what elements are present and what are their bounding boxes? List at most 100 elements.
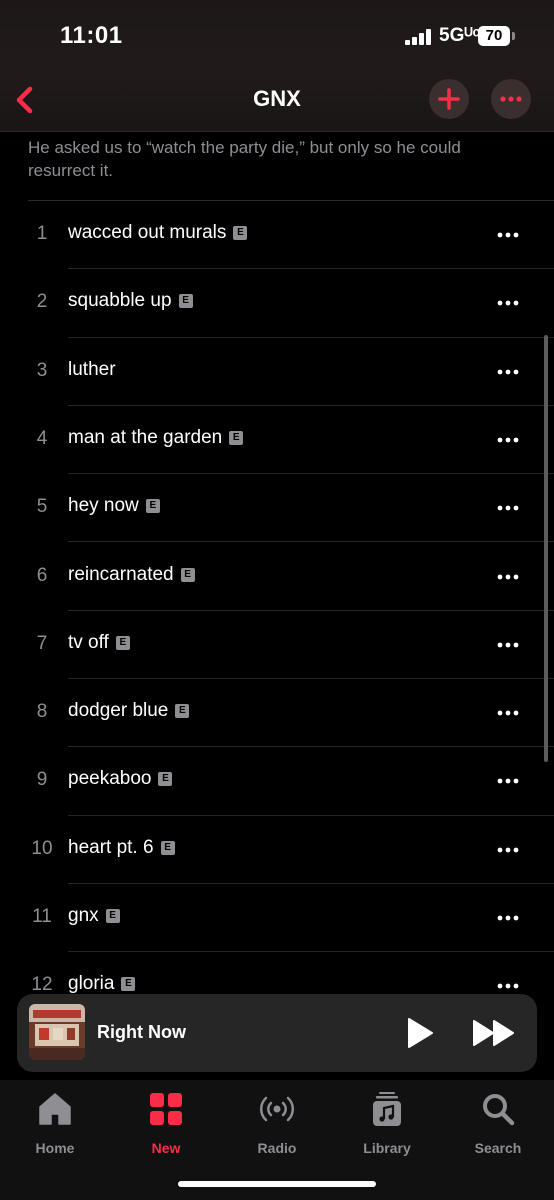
radio-icon [259, 1096, 295, 1122]
explicit-badge: E [178, 294, 193, 309]
explicit-badge: E [229, 430, 244, 445]
play-icon [408, 1018, 433, 1048]
battery-tip [512, 32, 515, 40]
library-icon [373, 1092, 401, 1126]
explicit-badge: E [160, 840, 175, 855]
track-more-button[interactable] [493, 699, 523, 727]
ellipsis-icon [497, 232, 519, 238]
track-more-button[interactable] [493, 904, 523, 932]
track-title: tv off [68, 631, 109, 653]
track-more-button[interactable] [493, 767, 523, 795]
track-title: man at the garden [68, 426, 223, 448]
track-more-button[interactable] [493, 289, 523, 317]
track-title-wrap: man at the garden E [68, 426, 244, 449]
track-title: heart pt. 6 [68, 836, 154, 858]
more-options-button[interactable] [491, 79, 531, 119]
track-number: 6 [36, 564, 48, 586]
track-title-wrap: heart pt. 6 E [68, 837, 175, 859]
track-more-button[interactable] [493, 426, 523, 454]
track-row[interactable]: 3 luther [0, 338, 554, 406]
track-row[interactable]: 12 gloria E [0, 952, 554, 996]
ellipsis-icon [497, 574, 519, 579]
track-number: 10 [31, 837, 53, 859]
track-more-button[interactable] [493, 221, 523, 249]
status-time: 11:01 [60, 22, 123, 49]
track-number: 7 [36, 632, 48, 654]
track-number: 1 [36, 223, 48, 244]
home-icon [39, 1093, 71, 1125]
tab-search[interactable]: Search [453, 1088, 543, 1158]
track-title-wrap: hey now E [68, 495, 160, 517]
ellipsis-icon [497, 437, 519, 443]
ellipsis-icon [497, 778, 519, 784]
ellipsis-icon [497, 300, 519, 306]
album-description[interactable]: He asked us to “watch the party die,” bu… [28, 136, 528, 182]
plus-icon [438, 88, 460, 110]
track-row[interactable]: 4 man at the garden E [0, 406, 554, 475]
track-number: 3 [36, 359, 48, 381]
track-title: gnx [68, 905, 99, 926]
fast-forward-icon [473, 1020, 514, 1046]
track-title: reincarnated [68, 563, 174, 585]
ellipsis-icon [497, 710, 519, 716]
battery-icon: 70 [478, 26, 510, 46]
track-more-button[interactable] [493, 972, 523, 996]
track-more-button[interactable] [493, 563, 523, 591]
scrollbar[interactable] [544, 335, 548, 762]
track-title: dodger blue [68, 700, 169, 722]
track-row[interactable]: 6 reincarnated E [0, 543, 554, 611]
track-row[interactable]: 1 wacced out murals E [0, 201, 554, 270]
track-title-wrap: tv off E [68, 632, 130, 654]
track-number: 5 [36, 496, 48, 518]
explicit-badge: E [145, 499, 160, 514]
track-list[interactable]: 1 wacced out murals E 2 squabble up E 3 luther 4… [0, 201, 554, 996]
track-row[interactable]: 5 hey now E [0, 474, 554, 543]
now-playing-title: Right Now [97, 1022, 186, 1042]
ellipsis-icon [497, 505, 519, 511]
track-row[interactable]: 10 heart pt. 6 E [0, 816, 554, 884]
track-title-wrap: wacced out murals E [68, 222, 248, 244]
track-number: 8 [36, 701, 48, 723]
explicit-badge: E [158, 772, 173, 787]
track-row[interactable]: 2 squabble up E [0, 269, 554, 338]
track-more-button[interactable] [493, 358, 523, 386]
ellipsis-icon [497, 369, 519, 374]
track-title-wrap: squabble up E [68, 290, 193, 312]
track-title-wrap: peekaboo E [68, 768, 173, 790]
fast-forward-button[interactable] [471, 1018, 517, 1048]
track-more-button[interactable] [493, 836, 523, 864]
track-title: hey now [68, 495, 139, 517]
tab-home[interactable]: Home [10, 1088, 100, 1158]
track-row[interactable]: 7 tv off E [0, 611, 554, 680]
track-title: wacced out murals [68, 222, 227, 243]
cellular-signal-icon [405, 29, 433, 45]
track-number: 9 [36, 769, 48, 791]
track-row[interactable]: 11 gnx E [0, 884, 554, 953]
tab-label: Search [474, 1140, 522, 1156]
mini-player[interactable]: Right Now [17, 994, 537, 1072]
home-indicator[interactable] [178, 1181, 376, 1187]
tab-label: New [151, 1140, 181, 1156]
play-button[interactable] [405, 1016, 435, 1050]
tab-library[interactable]: Library [342, 1088, 432, 1158]
new-grid-icon [150, 1093, 182, 1125]
tab-new[interactable]: New [121, 1088, 211, 1158]
tab-label: Library [363, 1140, 411, 1156]
track-title-wrap: gloria E [68, 973, 136, 995]
network-type: 5Gᵁᶜ [439, 25, 480, 46]
explicit-badge: E [175, 704, 190, 719]
track-number: 12 [31, 974, 53, 996]
track-more-button[interactable] [493, 631, 523, 659]
track-row[interactable]: 8 dodger blue E [0, 679, 554, 748]
ellipsis-icon [497, 983, 519, 989]
track-row[interactable]: 9 peekaboo E [0, 747, 554, 816]
track-number: 4 [36, 427, 48, 449]
explicit-badge: E [180, 567, 195, 582]
track-more-button[interactable] [493, 494, 523, 522]
tab-radio[interactable]: Radio [232, 1088, 322, 1158]
nav-bar: GNX [0, 70, 554, 132]
track-title-wrap: dodger blue E [68, 700, 190, 722]
album-artwork[interactable] [29, 1004, 85, 1060]
ellipsis-icon [497, 642, 519, 648]
add-button[interactable] [429, 79, 469, 119]
